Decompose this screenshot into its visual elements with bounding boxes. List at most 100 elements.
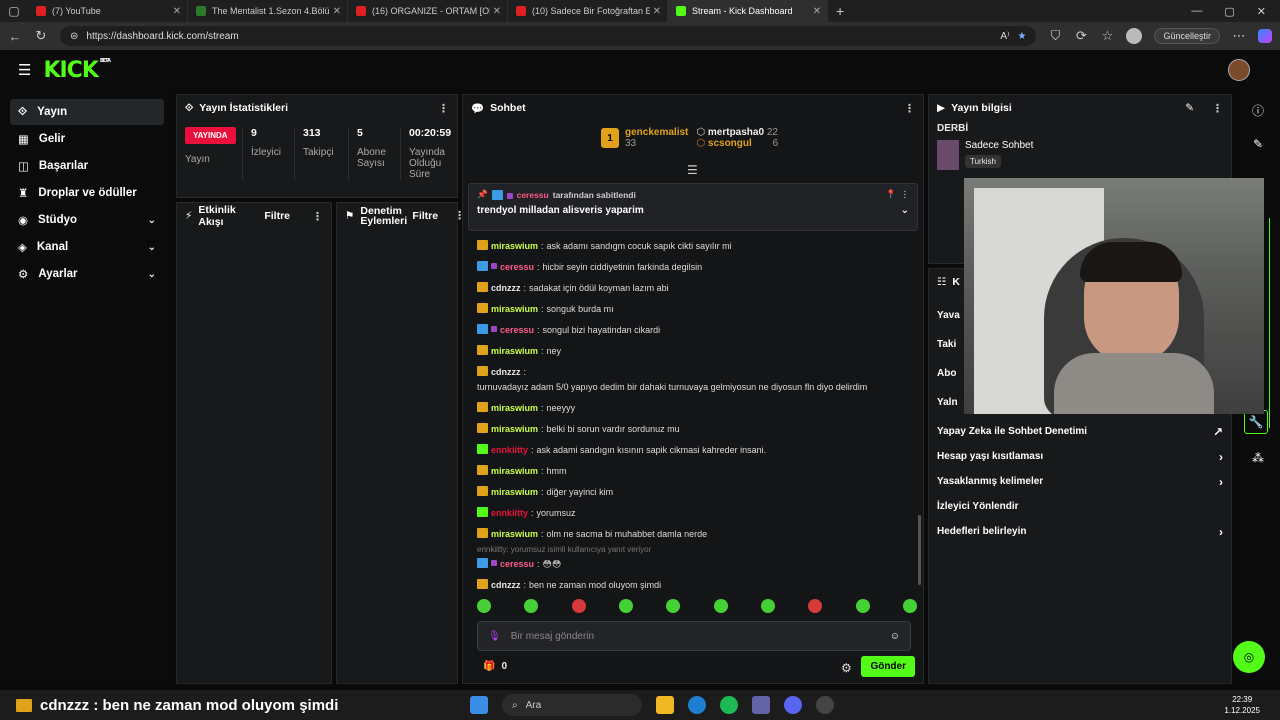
file-explorer-icon[interactable] (656, 696, 674, 714)
activity-filter-button[interactable]: Filtre (264, 210, 290, 222)
new-tab-button[interactable]: + (836, 3, 844, 19)
unpin-icon[interactable]: 📍 (886, 189, 897, 200)
chat-settings-icon[interactable]: ⚙ (841, 661, 852, 675)
setting-row[interactable]: Yasaklanmış kelimeler › (929, 469, 1231, 494)
profile-avatar[interactable] (1126, 28, 1143, 44)
chat-username[interactable]: miraswium (491, 303, 538, 315)
chat-message[interactable]: miraswium: olm ne sacma bi muhabbet damla… (477, 528, 917, 540)
back-icon[interactable]: ← (8, 29, 22, 44)
edge-icon[interactable] (688, 696, 706, 714)
chat-username[interactable]: ceressu (500, 558, 534, 570)
chat-username[interactable]: miraswium (491, 528, 538, 540)
chat-username[interactable]: miraswium (491, 240, 538, 252)
chat-message[interactable]: miraswium: songuk burda mı (477, 303, 917, 315)
chat-message[interactable]: miraswium: neeyyy (477, 402, 917, 414)
leader-name[interactable]: scsongul (708, 138, 752, 149)
chevron-right-icon[interactable]: › (1219, 450, 1223, 464)
favorite-star-icon[interactable]: ★ (1018, 31, 1027, 42)
chat-username[interactable]: miraswium (491, 402, 538, 414)
system-clock[interactable]: 22:39 1.12.2025 (1224, 694, 1280, 716)
chat-username[interactable]: cdnzzz (491, 366, 521, 378)
user-avatar[interactable] (1228, 59, 1250, 81)
update-button[interactable]: Güncelleştir (1154, 28, 1220, 44)
emote-icon[interactable] (571, 599, 586, 613)
chat-username[interactable]: ennkiitty (491, 444, 528, 456)
sidebar-item[interactable]: ◉ Stüdyo ⌄ (10, 207, 164, 233)
chat-username[interactable]: ceressu (500, 261, 534, 273)
chat-input[interactable]: 🎙 Bir mesaj gönderin ☺ (477, 621, 911, 651)
collections-icon[interactable]: ☆ (1100, 28, 1114, 44)
chat-username[interactable]: miraswium (491, 423, 538, 435)
maximize-icon[interactable]: ▢ (1224, 5, 1234, 18)
expand-pinned-icon[interactable]: ⌄ (901, 205, 909, 216)
stats-menu-icon[interactable]: ⋮ (438, 102, 449, 115)
chevron-right-icon[interactable]: › (1219, 525, 1223, 539)
chat-username[interactable]: miraswium (491, 345, 538, 357)
edit-icon[interactable]: ✎ (1185, 102, 1194, 114)
sidebar-item[interactable]: ◫ Başarılar (10, 153, 164, 179)
browser-tab[interactable]: (7) YouTube ✕ (28, 0, 188, 22)
chevron-down-icon[interactable]: ⌄ (148, 269, 156, 280)
site-info-icon[interactable]: ⊜ (70, 31, 78, 42)
tab-close-icon[interactable]: ✕ (653, 6, 661, 17)
leader-name[interactable]: genckemalist (625, 127, 688, 138)
kick-logo[interactable]: KICK BETA (43, 58, 111, 83)
chevron-right-icon[interactable]: ↗ (1213, 425, 1223, 439)
emote-icon[interactable] (855, 599, 870, 613)
browser-tab[interactable]: (10) Sadece Bir Fotoğraftan En Fa✕ (508, 0, 668, 22)
chat-menu-icon[interactable]: ⋮ (904, 102, 915, 115)
teams-icon[interactable] (752, 696, 770, 714)
chat-message[interactable]: ceressu: hicbir seyin ciddiyetinin farkin… (477, 261, 917, 273)
chat-username[interactable]: ennkiitty (491, 507, 528, 519)
chevron-down-icon[interactable]: ⌄ (148, 215, 156, 226)
emote-icon[interactable] (808, 599, 823, 613)
sidebar-item[interactable]: ⟐ Yayın (10, 99, 164, 125)
setting-row[interactable]: Hesap yaşı kısıtlaması › (929, 444, 1231, 469)
reload-icon[interactable]: ↻ (34, 28, 48, 44)
tab-actions-icon[interactable]: ▢ (0, 0, 28, 22)
pencil-icon[interactable]: ✎ (1246, 132, 1270, 156)
setting-row[interactable]: İzleyici Yönlendir (929, 494, 1231, 519)
emote-icon[interactable] (524, 599, 539, 613)
emoji-picker-icon[interactable]: ☺ (890, 631, 900, 642)
info-circle-icon[interactable]: ⓘ (1246, 98, 1270, 122)
address-bar[interactable]: ⊜ https://dashboard.kick.com/stream A⁾ ★ (60, 26, 1037, 46)
chat-message[interactable]: miraswium: diğer yayinci kim (477, 486, 917, 498)
emote-icon[interactable] (902, 599, 917, 613)
pinned-by-user[interactable]: ceressu (517, 190, 549, 200)
chat-username[interactable]: cdnzzz (491, 282, 521, 294)
minimize-icon[interactable]: — (1191, 5, 1202, 18)
streaminfo-menu-icon[interactable]: ⋮ (1212, 102, 1223, 115)
collapse-leaderboard-icon[interactable]: ☰ (687, 163, 698, 177)
pinned-menu-icon[interactable]: ⋮ (901, 189, 910, 200)
shield-icon[interactable]: ⛉ (1048, 28, 1062, 44)
discord-icon[interactable] (784, 696, 802, 714)
chat-message[interactable]: cdnzzz: sadakat için ödül koyman lazım ab… (477, 282, 917, 294)
windows-start-icon[interactable] (470, 696, 488, 714)
browser-menu-icon[interactable]: ⋯ (1232, 28, 1246, 44)
chat-username[interactable]: cdnzzz (491, 579, 521, 591)
emote-icon[interactable] (477, 599, 491, 613)
chat-username[interactable]: miraswium (491, 486, 538, 498)
copilot-icon[interactable] (1258, 29, 1272, 43)
chat-message-list[interactable]: miraswium: ask adamı sandıgm cocuk sapık … (477, 240, 917, 600)
leader-name[interactable]: mertpasha0 (708, 127, 764, 138)
spotify-icon[interactable] (720, 696, 738, 714)
sidebar-item[interactable]: ▦ Gelir (10, 126, 164, 152)
extensions-icon[interactable]: ⟳ (1074, 28, 1088, 44)
activity-menu-icon[interactable]: ⋮ (312, 210, 323, 223)
chat-username[interactable]: ceressu (500, 324, 534, 336)
settings-app-icon[interactable] (816, 696, 834, 714)
chat-message[interactable]: ceressu: songul bizi hayatindan cikardi (477, 324, 917, 336)
chat-message[interactable]: cdnzzz: ben ne zaman mod oluyom şimdi (477, 579, 917, 591)
browser-tab[interactable]: The Mentalist 1.Sezon 4.Bölüm - F✕ (188, 0, 348, 22)
tab-close-icon[interactable]: ✕ (813, 6, 821, 17)
hamburger-menu-icon[interactable]: ☰ (18, 61, 31, 79)
setting-row[interactable]: Hedefleri belirleyin › (929, 519, 1231, 544)
emote-icon[interactable] (713, 599, 728, 613)
chat-message[interactable]: ceressu: 😳😳 (477, 558, 917, 570)
send-button[interactable]: Gönder (861, 656, 915, 677)
browser-tab[interactable]: Stream - Kick Dashboard ✕ (668, 0, 828, 22)
emote-icon[interactable] (618, 599, 633, 613)
chat-scrollbar[interactable] (918, 515, 921, 585)
